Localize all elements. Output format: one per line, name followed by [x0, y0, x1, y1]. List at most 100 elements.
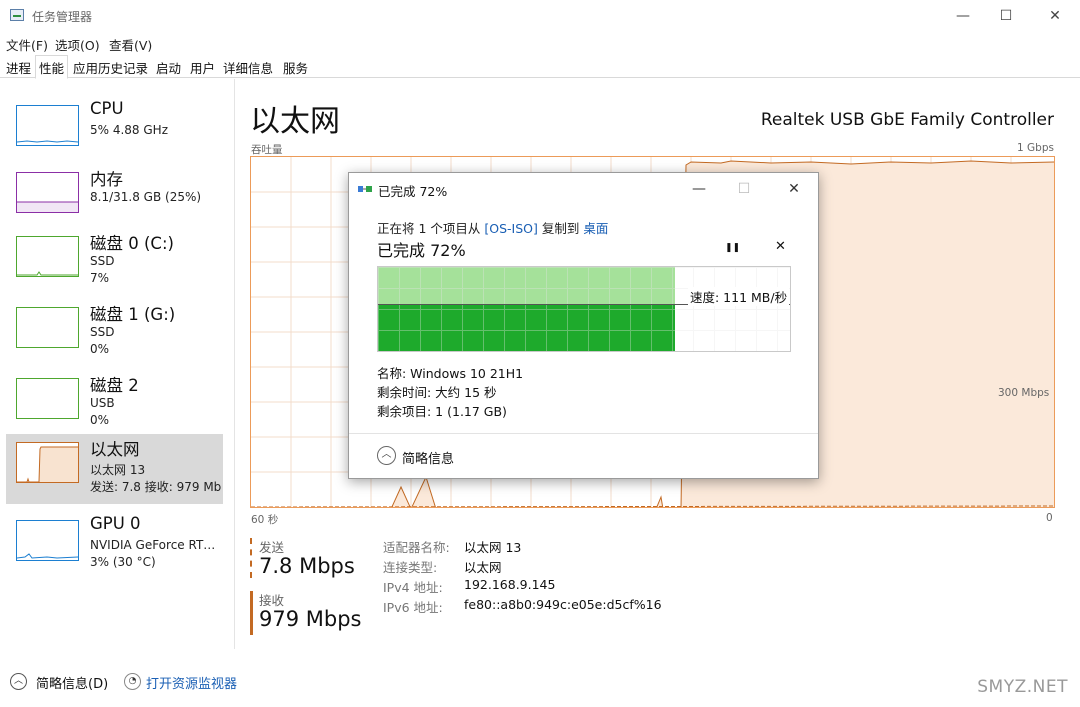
menu-options[interactable]: 选项(O) [55, 35, 100, 54]
sidebar-item-sub: 发送: 7.8 接收: 979 Mb [90, 480, 222, 494]
copy-description: 正在将 1 个项目从 [OS-ISO] 复制到 桌面 [377, 218, 608, 237]
graph-mid-label: 300 Mbps [998, 387, 1050, 399]
less-details-link[interactable]: 简略信息(D) [36, 673, 108, 692]
tab-performance[interactable]: 性能 [35, 55, 69, 79]
receive-value: 979 Mbps [259, 607, 362, 631]
copy-description-mid: 复制到 [537, 221, 584, 236]
sidebar-item-sub: USB [90, 396, 115, 410]
sidebar-item-title: 磁盘 0 (C:) [90, 234, 174, 253]
remaining-items: 剩余项目: 1 (1.17 GB) [377, 404, 507, 419]
prop-adapter-name-value: 以太网 13 [464, 540, 522, 555]
sidebar-item-title: 内存 [90, 170, 123, 189]
tab-users[interactable]: 用户 [187, 56, 218, 78]
sidebar-item-cpu[interactable]: CPU 5% 4.88 GHz [6, 97, 223, 165]
adapter-name: Realtek USB GbE Family Controller [760, 110, 1054, 130]
cpu-thumbnail-graph [16, 105, 79, 146]
graph-label: 吞吐量 [251, 144, 283, 156]
tab-bar: 进程 性能 应用历史记录 启动 用户 详细信息 服务 [0, 54, 1080, 79]
less-info-button[interactable]: 简略信息 [402, 448, 454, 467]
sidebar-item-sub: 5% 4.88 GHz [90, 123, 169, 137]
sidebar-item-title: CPU [90, 99, 124, 118]
cancel-copy-button[interactable]: ✕ [775, 239, 786, 254]
menu-bar: 文件(F) 选项(O) 查看(V) [0, 32, 1080, 54]
open-resource-monitor-link[interactable]: 打开资源监视器 [146, 673, 237, 692]
transfer-speed-graph: 速度: 111 MB/秒 [377, 266, 791, 352]
prop-adapter-name-key: 适配器名称: [383, 540, 450, 555]
dialog-maximize-button[interactable]: ☐ [730, 177, 758, 201]
send-indicator [250, 538, 253, 578]
progress-grid [378, 267, 790, 351]
graph-time-end-label: 0 [1046, 512, 1053, 524]
copy-description-prefix: 正在将 1 个项目从 [377, 221, 485, 236]
prop-ipv4-key: IPv4 地址: [383, 580, 443, 595]
prop-connection-type-key: 连接类型: [383, 560, 438, 575]
copy-progress-dialog: 已完成 72% — ☐ ✕ 正在将 1 个项目从 [OS-ISO] 复制到 桌面… [348, 172, 819, 479]
page-title: 以太网 [250, 104, 340, 139]
memory-thumbnail-graph [16, 172, 79, 213]
sidebar-item-title: 磁盘 2 [90, 376, 139, 395]
dialog-footer: ︿ 简略信息 [349, 433, 818, 478]
speed-label: 速度: 111 MB/秒 [688, 287, 790, 306]
footer-bar: ︿ 简略信息(D) ◔ 打开资源监视器 [0, 663, 1080, 703]
sidebar-item-sub: 0% [90, 342, 110, 356]
destination-link[interactable]: 桌面 [583, 221, 608, 236]
sidebar-item-sub: 0% [90, 413, 110, 427]
minimize-button[interactable]: — [940, 0, 986, 32]
maximize-button[interactable]: ☐ [983, 0, 1029, 32]
sidebar-item-sub: 8.1/31.8 GB (25%) [90, 190, 202, 204]
send-value: 7.8 Mbps [259, 554, 355, 578]
sidebar-item-title: 以太网 [90, 440, 140, 459]
sidebar-item-disk-1[interactable]: 磁盘 1 (G:) SSD 0% [6, 299, 223, 367]
menu-file[interactable]: 文件(F) [6, 35, 48, 54]
sidebar-item-disk-2[interactable]: 磁盘 2 USB 0% [6, 370, 223, 438]
sidebar-item-sub: NVIDIA GeForce RT… [90, 538, 216, 552]
tab-app-history[interactable]: 应用历史记录 [70, 56, 151, 78]
close-button[interactable]: ✕ [1032, 0, 1078, 32]
pause-button[interactable]: ❚❚ [725, 243, 740, 253]
menu-view[interactable]: 查看(V) [109, 35, 152, 54]
dialog-close-button[interactable]: ✕ [780, 177, 808, 201]
sidebar-item-sub: 以太网 13 [90, 463, 146, 477]
copy-icon [358, 186, 372, 192]
tab-services[interactable]: 服务 [280, 56, 311, 78]
disk-0-thumbnail-graph [16, 236, 79, 277]
sidebar-item-title: GPU 0 [90, 514, 141, 533]
sidebar-item-ethernet[interactable]: 以太网 以太网 13 发送: 7.8 接收: 979 Mb [6, 434, 223, 504]
prop-ipv6-value: fe80::a8b0:949c:e05e:d5cf%16 [464, 597, 662, 612]
sidebar-item-sub: 3% (30 °C) [90, 555, 156, 569]
gpu-thumbnail-graph [16, 520, 79, 561]
resource-monitor-icon[interactable]: ◔ [124, 673, 141, 690]
remaining-time: 剩余时间: 大约 15 秒 [377, 385, 497, 400]
sidebar-item-sub: SSD [90, 325, 115, 339]
chevron-up-icon[interactable]: ︿ [10, 673, 27, 690]
source-link[interactable]: [OS-ISO] [484, 221, 538, 236]
disk-2-thumbnail-graph [16, 378, 79, 419]
tab-details[interactable]: 详细信息 [220, 56, 276, 78]
file-name: 名称: Windows 10 21H1 [377, 366, 524, 381]
tab-startup[interactable]: 启动 [153, 56, 184, 78]
resource-sidebar: CPU 5% 4.88 GHz 内存 8.1/31.8 GB (25%) 磁盘 … [0, 79, 235, 649]
tab-processes[interactable]: 进程 [3, 56, 34, 78]
sidebar-item-gpu[interactable]: GPU 0 NVIDIA GeForce RT… 3% (30 °C) [6, 512, 223, 580]
prop-ipv4-value: 192.168.9.145 [464, 577, 556, 592]
receive-indicator [250, 591, 253, 635]
disk-1-thumbnail-graph [16, 307, 79, 348]
watermark: SMYZ.NET [977, 677, 1068, 697]
sidebar-item-sub: 7% [90, 271, 110, 285]
sidebar-item-memory[interactable]: 内存 8.1/31.8 GB (25%) [6, 164, 223, 232]
graph-time-start-label: 60 秒 [251, 514, 279, 526]
graph-max-label: 1 Gbps [1017, 142, 1054, 154]
task-manager-icon [10, 9, 24, 21]
ethernet-thumbnail-graph [16, 442, 79, 483]
sidebar-item-disk-0[interactable]: 磁盘 0 (C:) SSD 7% [6, 228, 223, 296]
prop-ipv6-key: IPv6 地址: [383, 600, 443, 615]
chevron-up-icon[interactable]: ︿ [377, 446, 396, 465]
sidebar-item-sub: SSD [90, 254, 115, 268]
dialog-title: 已完成 72% [378, 184, 448, 199]
dialog-minimize-button[interactable]: — [685, 177, 713, 201]
sidebar-item-title: 磁盘 1 (G:) [90, 305, 176, 324]
prop-connection-type-value: 以太网 [464, 560, 502, 575]
progress-title: 已完成 72% [377, 241, 466, 260]
window-title: 任务管理器 [32, 10, 93, 24]
title-bar: 任务管理器 — ☐ ✕ [0, 0, 1080, 32]
